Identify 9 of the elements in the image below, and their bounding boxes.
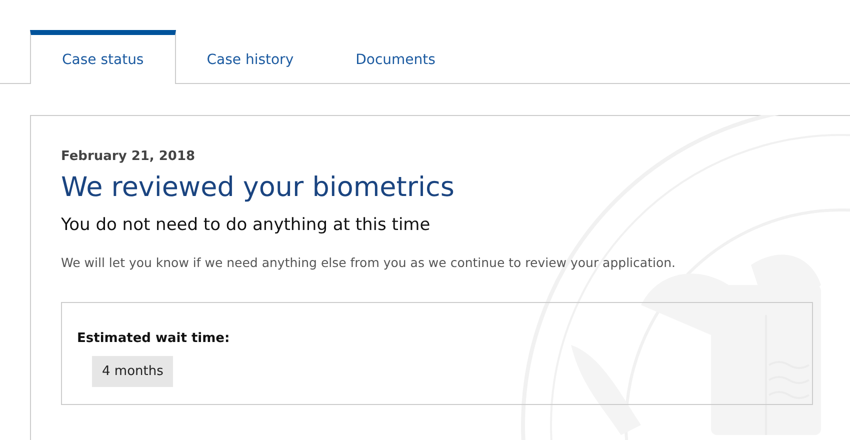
status-title: We reviewed your biometrics: [61, 172, 456, 203]
status-message: We will let you know if we need anything else from you as we continue to review your application.: [61, 255, 676, 270]
status-date: February 21, 2018: [61, 149, 196, 164]
tab[interactable]: Case status: [30, 30, 176, 84]
tab[interactable]: Documents: [324, 30, 466, 84]
status-subtitle: You do not need to do anything at this time: [61, 215, 432, 235]
tab[interactable]: Case history: [176, 30, 325, 84]
wait-time-label: Estimated wait time:: [77, 331, 231, 346]
wait-time-value: 4 months: [92, 356, 174, 387]
